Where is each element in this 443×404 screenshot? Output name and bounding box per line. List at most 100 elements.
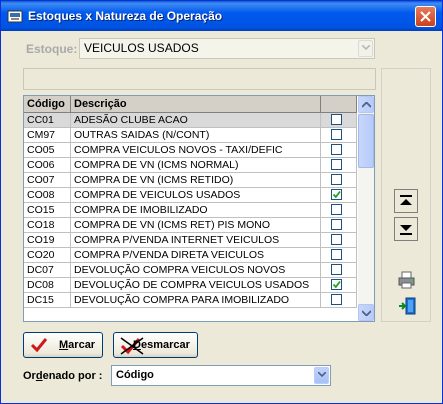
row-checkbox[interactable] — [331, 114, 342, 125]
cell-check — [321, 218, 357, 232]
row-checkbox[interactable] — [331, 279, 342, 290]
cell-check — [321, 128, 357, 142]
marcar-button-label: Marcar — [59, 339, 96, 351]
cell-codigo: CM97 — [24, 128, 71, 142]
ordenado-dropdown-button[interactable] — [314, 367, 329, 384]
grid-header: Código Descrição — [24, 96, 357, 113]
table-row[interactable]: CO19 COMPRA P/VENDA INTERNET VEICULOS — [24, 233, 357, 248]
table-row[interactable]: DC07 DEVOLUÇÃO COMPRA VEICULOS NOVOS — [24, 263, 357, 278]
row-checkbox[interactable] — [331, 204, 342, 215]
cell-codigo: DC15 — [24, 293, 71, 307]
operations-grid[interactable]: Código Descrição CC01 ADESÃO CLUBE ACAO CM… — [23, 95, 375, 322]
move-to-top-button[interactable] — [394, 189, 418, 213]
cell-descricao: COMPRA VEICULOS NOVOS - TAXI/DEFIC — [71, 143, 321, 157]
cell-codigo: CO18 — [24, 218, 71, 232]
marcar-button[interactable]: Marcar — [23, 332, 103, 358]
grid-vertical-scrollbar[interactable] — [358, 96, 374, 321]
cell-codigo: CO05 — [24, 143, 71, 157]
cell-descricao: COMPRA DE VN (ICMS NORMAL) — [71, 158, 321, 172]
row-checkbox[interactable] — [331, 219, 342, 230]
cell-codigo: CC01 — [24, 113, 71, 127]
cell-check — [321, 233, 357, 247]
scroll-up-button[interactable] — [358, 96, 374, 113]
cell-descricao: COMPRA DE VN (ICMS RET) PIS MONO — [71, 218, 321, 232]
cell-descricao: DEVOLUÇÃO DE COMPRA VEICULOS USADOS — [71, 278, 321, 292]
row-checkbox[interactable] — [331, 264, 342, 275]
row-checkbox[interactable] — [331, 189, 342, 200]
row-checkbox[interactable] — [331, 174, 342, 185]
cell-check — [321, 248, 357, 262]
column-header-check[interactable] — [321, 96, 357, 113]
column-header-descricao[interactable]: Descrição — [71, 96, 321, 113]
side-toolbar — [381, 68, 431, 322]
table-row[interactable]: CO05 COMPRA VEICULOS NOVOS - TAXI/DEFIC — [24, 143, 357, 158]
table-row[interactable]: CO06 COMPRA DE VN (ICMS NORMAL) — [24, 158, 357, 173]
ordenado-select-value: Código — [116, 369, 154, 381]
column-header-codigo[interactable]: Código — [24, 96, 71, 113]
cell-check — [321, 113, 357, 127]
cell-check — [321, 203, 357, 217]
close-button[interactable] — [415, 6, 436, 27]
print-button[interactable] — [394, 267, 418, 291]
cell-descricao: COMPRA DE VEICULOS USADOS — [71, 188, 321, 202]
cell-codigo: CO06 — [24, 158, 71, 172]
estoque-select-value: VEICULOS USADOS — [84, 41, 199, 55]
scroll-thumb[interactable] — [358, 114, 374, 168]
table-row[interactable]: CO18 COMPRA DE VN (ICMS RET) PIS MONO — [24, 218, 357, 233]
checkmark-icon — [332, 190, 341, 199]
cell-check — [321, 143, 357, 157]
row-checkbox[interactable] — [331, 249, 342, 260]
row-checkbox[interactable] — [331, 144, 342, 155]
cell-descricao: OUTRAS SAIDAS (N/CONT) — [71, 128, 321, 142]
scroll-down-button[interactable] — [358, 304, 374, 321]
cell-descricao: COMPRA DE IMOBILIZADO — [71, 203, 321, 217]
cell-descricao: ADESÃO CLUBE ACAO — [71, 113, 321, 127]
cell-codigo: DC08 — [24, 278, 71, 292]
cell-codigo: CO07 — [24, 173, 71, 187]
move-to-bottom-button[interactable] — [394, 217, 418, 241]
move-top-icon — [400, 195, 412, 205]
row-checkbox[interactable] — [331, 159, 342, 170]
cell-descricao: COMPRA P/VENDA DIRETA VEICULOS — [71, 248, 321, 262]
cell-check — [321, 278, 357, 292]
table-row[interactable]: DC08 DEVOLUÇÃO DE COMPRA VEICULOS USADOS — [24, 278, 357, 293]
main-window: Estoques x Natureza de Operação Estoque:… — [0, 0, 443, 404]
cell-descricao: COMPRA DE VN (ICMS RETIDO) — [71, 173, 321, 187]
row-checkbox[interactable] — [331, 129, 342, 140]
cell-codigo: CO19 — [24, 233, 71, 247]
cell-descricao: DEVOLUÇÃO COMPRA PARA IMOBILIZADO — [71, 293, 321, 307]
cell-codigo: CO08 — [24, 188, 71, 202]
checkmark-icon — [332, 280, 341, 289]
cell-codigo: CO20 — [24, 248, 71, 262]
table-row[interactable]: CO15 COMPRA DE IMOBILIZADO — [24, 203, 357, 218]
app-icon — [7, 10, 23, 23]
cell-check — [321, 293, 357, 307]
cell-check — [321, 173, 357, 187]
cell-check — [321, 158, 357, 172]
estoque-label: Estoque: — [26, 42, 78, 56]
table-row[interactable]: CO07 COMPRA DE VN (ICMS RETIDO) — [24, 173, 357, 188]
chevron-down-icon — [362, 45, 370, 51]
cell-codigo: DC07 — [24, 263, 71, 277]
cell-check — [321, 188, 357, 202]
chevron-down-icon — [318, 372, 326, 378]
exit-door-icon — [399, 297, 416, 315]
ordenado-select[interactable]: Código — [111, 365, 331, 386]
ordenado-label: Ordenado por : — [23, 370, 103, 382]
desmarcar-button[interactable]: Desmarcar — [113, 332, 198, 358]
arrow-up-icon — [362, 102, 371, 108]
table-row[interactable]: CO20 COMPRA P/VENDA DIRETA VEICULOS — [24, 248, 357, 263]
estoque-select[interactable]: VEICULOS USADOS — [79, 38, 375, 59]
cell-check — [321, 263, 357, 277]
table-row[interactable]: CO08 COMPRA DE VEICULOS USADOS — [24, 188, 357, 203]
arrow-down-icon — [362, 310, 371, 316]
exit-button[interactable] — [394, 293, 418, 317]
table-row[interactable]: CC01 ADESÃO CLUBE ACAO — [24, 113, 357, 128]
row-checkbox[interactable] — [331, 234, 342, 245]
row-checkbox[interactable] — [331, 294, 342, 305]
table-row[interactable]: CM97 OUTRAS SAIDAS (N/CONT) — [24, 128, 357, 143]
desmarcar-button-label: Desmarcar — [133, 339, 190, 351]
table-row[interactable]: DC15 DEVOLUÇÃO COMPRA PARA IMOBILIZADO — [24, 293, 357, 308]
title-bar[interactable]: Estoques x Natureza de Operação — [1, 1, 442, 31]
estoque-dropdown-button[interactable] — [358, 40, 373, 57]
